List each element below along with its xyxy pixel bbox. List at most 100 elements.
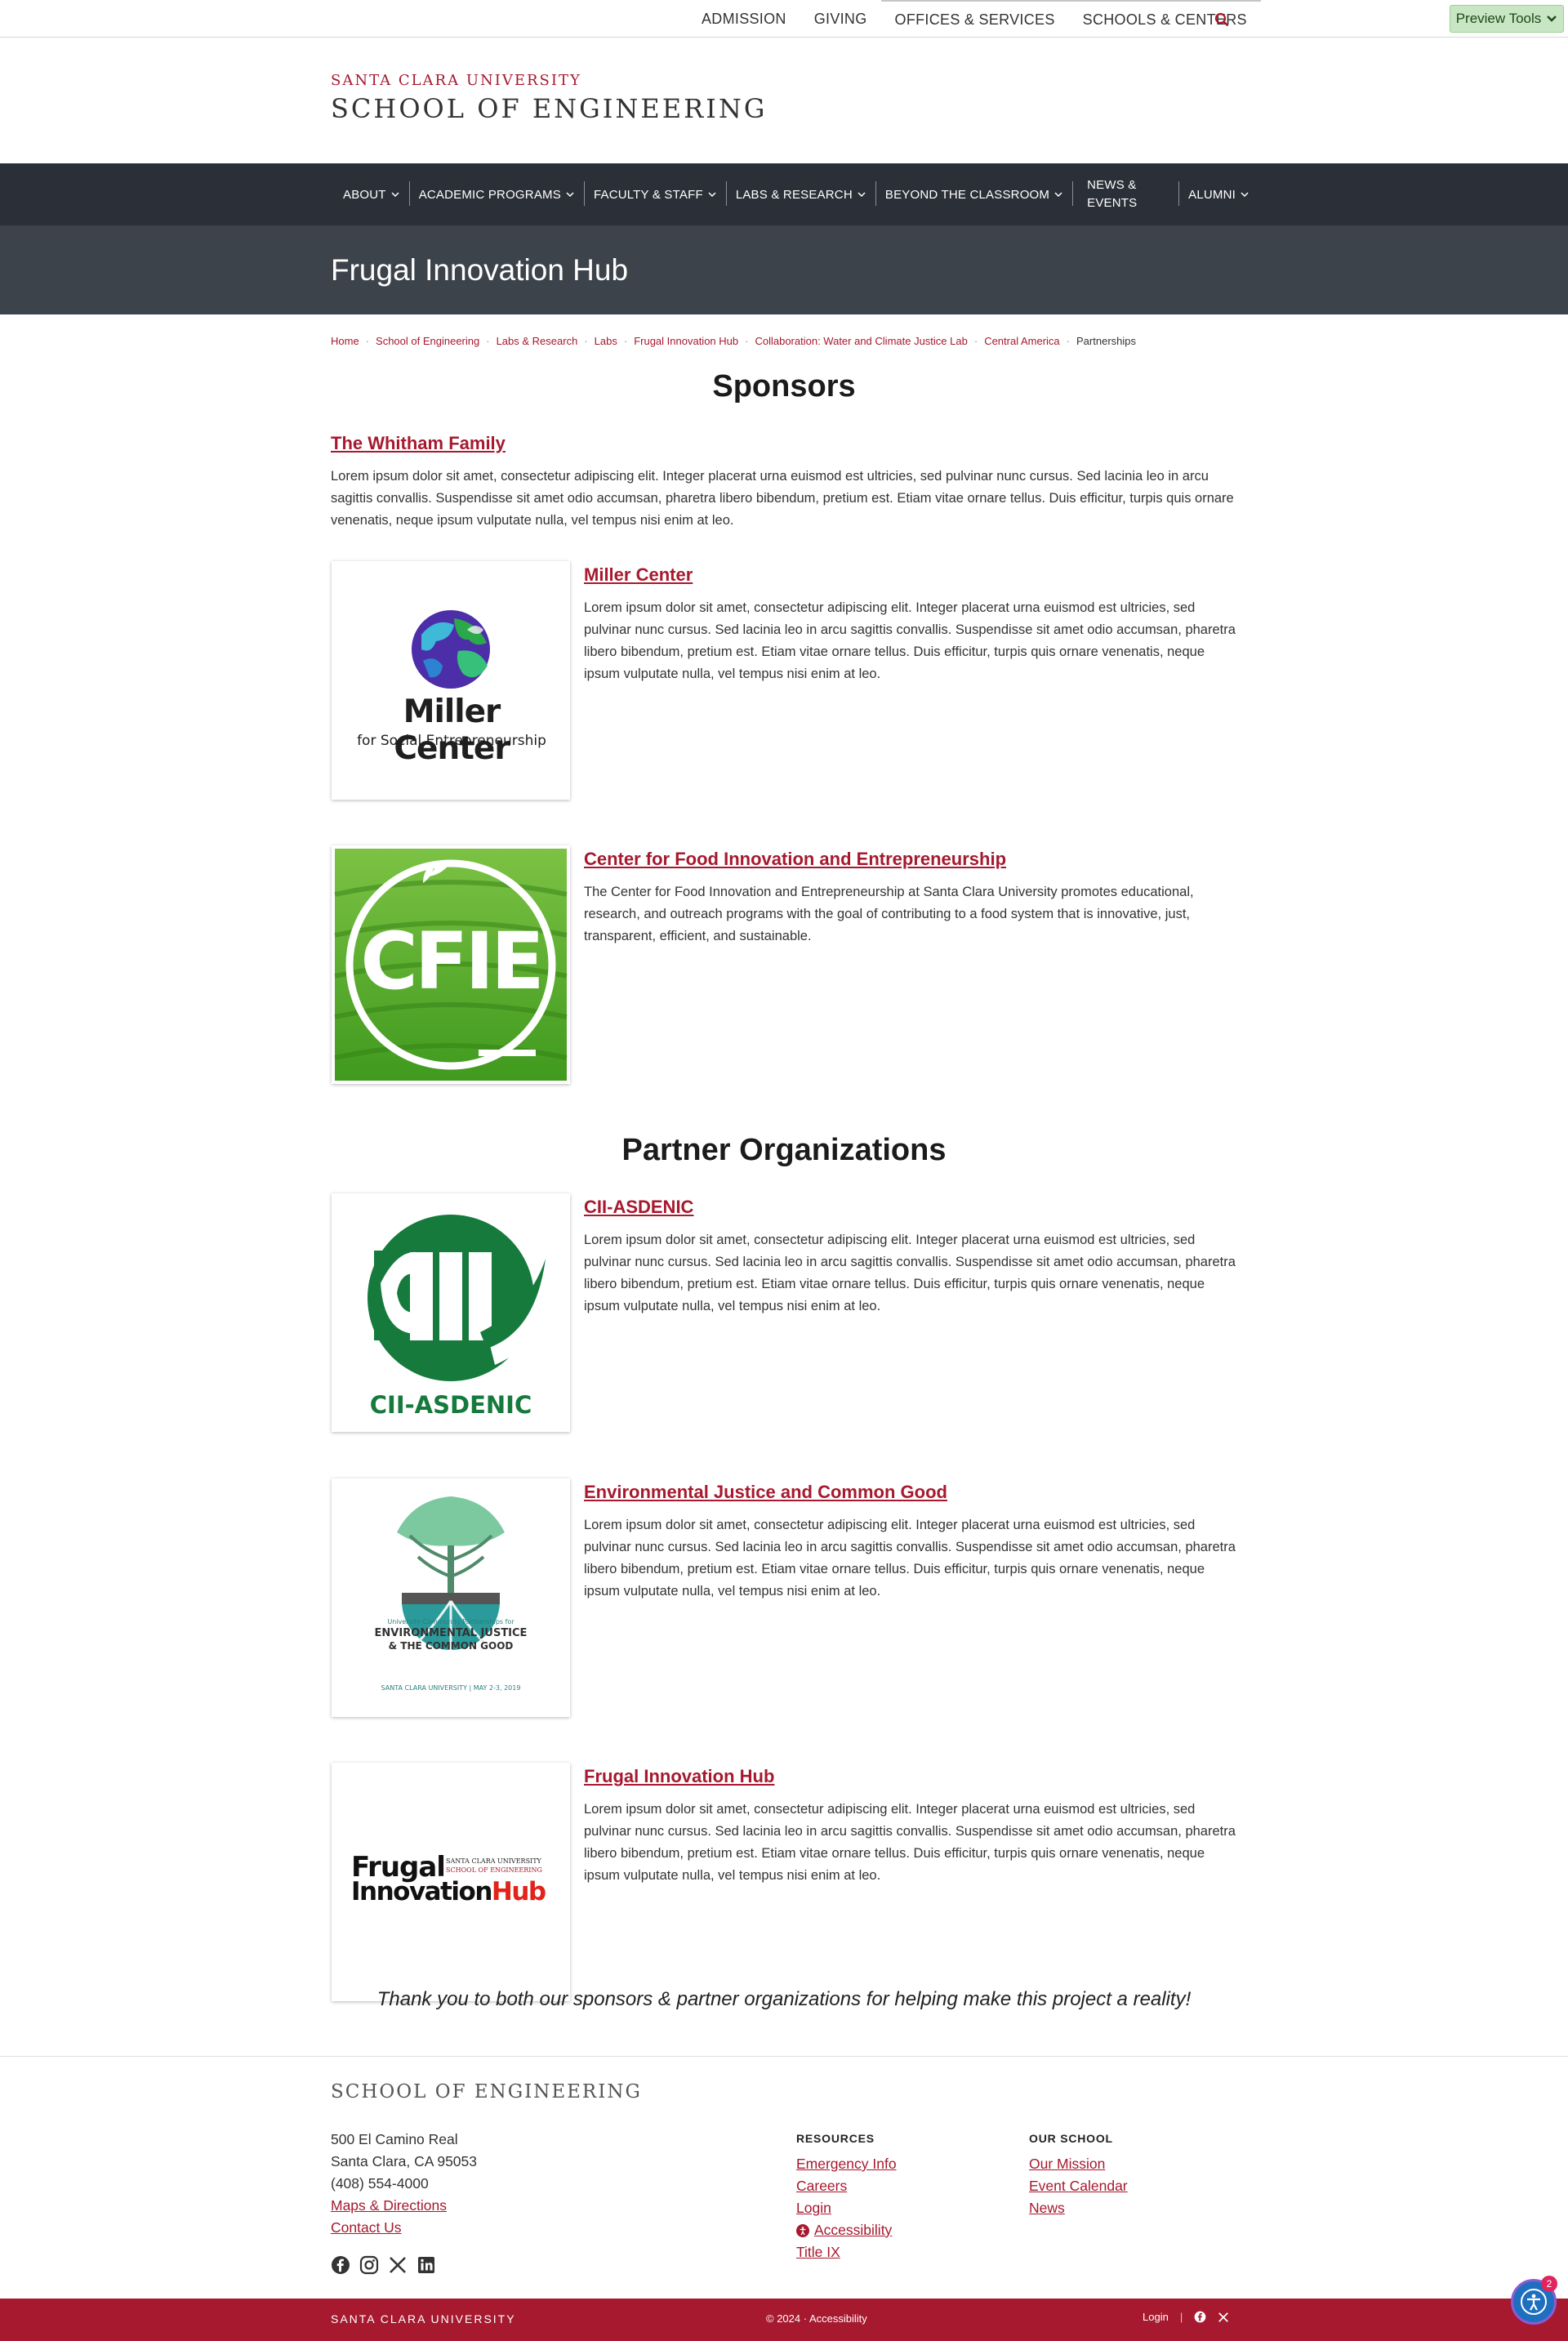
linkedin-icon[interactable] (416, 2255, 436, 2275)
miller-center-link[interactable]: Miller Center (584, 564, 693, 586)
breadcrumb-separator: · (623, 335, 628, 347)
bottom-divider: | (1179, 2311, 1183, 2323)
footer-maps-link[interactable]: Maps & Directions (331, 2197, 447, 2214)
footer-address: 500 El Camino Real Santa Clara, CA 95053… (331, 2129, 477, 2239)
facebook-icon[interactable] (331, 2255, 350, 2275)
cii-asdenic-logo[interactable]: CII-ASDENIC (332, 1193, 570, 1432)
ej-logo-line3: & THE COMMON GOOD (388, 1640, 514, 1652)
cfie-logo[interactable]: CFIE (332, 845, 570, 1084)
page-hero: Frugal Innovation Hub (0, 225, 1568, 314)
environmental-justice-text: Lorem ipsum dolor sit amet, consectetur … (584, 1518, 1236, 1599)
facebook-icon[interactable] (1194, 2311, 1206, 2323)
footer-link-careers[interactable]: Careers (796, 2175, 897, 2197)
footer-school-title[interactable]: SCHOOL OF ENGINEERING (331, 2081, 642, 2102)
breadcrumb-collaboration[interactable]: Collaboration: Water and Climate Justice… (755, 335, 967, 347)
frugal-innovation-hub-text: Lorem ipsum dolor sit amet, consectetur … (584, 1802, 1236, 1883)
footer-contact-link[interactable]: Contact Us (331, 2219, 402, 2236)
nav-item-labs-research[interactable]: LABS & RESEARCH (725, 163, 875, 225)
breadcrumb-frugal-hub[interactable]: Frugal Innovation Hub (634, 335, 738, 347)
footer-phone: (408) 554-4000 (331, 2175, 429, 2192)
footer-link-news[interactable]: News (1029, 2197, 1128, 2219)
footer-link-emergency[interactable]: Emergency Info (796, 2153, 897, 2175)
cii-asdenic-text: Lorem ipsum dolor sit amet, consectetur … (584, 1233, 1236, 1313)
accessibility-person-icon (1521, 2289, 1547, 2315)
chevron-down-icon (391, 192, 399, 198)
footer-social-links (331, 2255, 436, 2275)
bottom-login-link[interactable]: Login (1143, 2311, 1169, 2323)
nav-item-news-events[interactable]: NEWS & EVENTS (1072, 163, 1178, 225)
school-name[interactable]: SCHOOL OF ENGINEERING (331, 93, 767, 124)
cii-asdenic-link[interactable]: CII-ASDENIC (584, 1197, 693, 1218)
search-button[interactable] (1207, 0, 1236, 38)
footer-link-accessibility[interactable]: Accessibility (796, 2219, 897, 2241)
chevron-down-icon (858, 192, 866, 198)
sponsors-heading: Sponsors (712, 369, 856, 404)
footer-resources-heading: RESOURCES (796, 2132, 875, 2145)
breadcrumb: Home · School of Engineering · Labs & Rese… (331, 335, 1136, 347)
nav-label: ACADEMIC PROGRAMS (418, 187, 561, 202)
frugal-innovation-hub-logo[interactable]: Frugal SANTA CLARA UNIVERSITY SCHOOL OF … (332, 1763, 570, 2001)
preview-tools-button[interactable]: Preview Tools (1450, 5, 1564, 33)
utility-link-giving[interactable]: GIVING (800, 0, 881, 38)
university-name[interactable]: SANTA CLARA UNIVERSITY (331, 72, 581, 89)
footer-link-mission[interactable]: Our Mission (1029, 2153, 1128, 2175)
utility-link-offices[interactable]: OFFICES & SERVICES (880, 0, 1069, 38)
ej-logo-line4: SANTA CLARA UNIVERSITY | MAY 2-3, 2019 (381, 1684, 521, 1692)
cfie-logo-text: CFIE (360, 916, 544, 1007)
cfie-link[interactable]: Center for Food Innovation and Entrepren… (584, 849, 1006, 870)
breadcrumb-central-america[interactable]: Central America (984, 335, 1059, 347)
instagram-icon[interactable] (359, 2255, 379, 2275)
ej-logo-line2: ENVIRONMENTAL JUSTICE (374, 1627, 528, 1639)
bottom-right-links: Login | (1143, 2311, 1229, 2323)
breadcrumb-separator: · (365, 335, 370, 347)
frugal-innovation-hub-link[interactable]: Frugal Innovation Hub (584, 1766, 774, 1787)
utility-bar: ADMISSION GIVING OFFICES & SERVICES SCHO… (0, 0, 1568, 38)
nav-label: NEWS & EVENTS (1087, 178, 1138, 210)
chevron-down-icon (566, 192, 574, 198)
environmental-justice-link[interactable]: Environmental Justice and Common Good (584, 1482, 947, 1503)
breadcrumb-separator: · (486, 335, 490, 347)
nav-label: ABOUT (343, 187, 386, 202)
nav-item-academic-programs[interactable]: ACADEMIC PROGRAMS (408, 163, 584, 225)
footer-link-login[interactable]: Login (796, 2197, 897, 2219)
footer-street: 500 El Camino Real (331, 2131, 458, 2147)
cii-logo-text: CII-ASDENIC (369, 1391, 532, 1419)
bottom-university-name[interactable]: SANTA CLARA UNIVERSITY (331, 2312, 516, 2325)
x-twitter-icon[interactable] (388, 2255, 408, 2275)
footer-our-school-heading: OUR SCHOOL (1029, 2132, 1113, 2145)
nav-item-beyond-classroom[interactable]: BEYOND THE CLASSROOM (875, 163, 1072, 225)
fih-logo-line2: InnovationHub (351, 1877, 546, 1906)
nav-label: BEYOND THE CLASSROOM (884, 187, 1050, 202)
ej-logo-image (397, 1496, 505, 1650)
nav-item-about[interactable]: ABOUT (333, 163, 409, 225)
breadcrumb-school[interactable]: School of Engineering (376, 335, 479, 347)
whitham-family-link[interactable]: The Whitham Family (331, 433, 506, 454)
utility-link-admission[interactable]: ADMISSION (688, 0, 800, 38)
miller-center-logo[interactable]: Miller Center for Social Entrepreneurshi… (332, 561, 570, 800)
footer-resources: RESOURCES Emergency Info Careers Login A… (796, 2132, 897, 2263)
footer-city: Santa Clara, CA 95053 (331, 2153, 478, 2169)
bottom-copyright: © 2024 · Accessibility (766, 2312, 867, 2325)
breadcrumb-home[interactable]: Home (331, 335, 359, 347)
cfie-text: The Center for Food Innovation and Entre… (584, 885, 1194, 943)
breadcrumb-labs-research[interactable]: Labs & Research (497, 335, 578, 347)
footer-link-title-ix[interactable]: Title IX (796, 2241, 897, 2263)
breadcrumb-labs[interactable]: Labs (595, 335, 617, 347)
miller-logo-subtext: for Social Entrepreneurship (357, 733, 546, 749)
chevron-down-icon (1241, 192, 1249, 198)
miller-logo-text: Miller Center (394, 693, 510, 767)
footer-link-event-calendar[interactable]: Event Calendar (1029, 2175, 1128, 2197)
partners-heading: Partner Organizations (621, 1133, 947, 1167)
page-title: Frugal Innovation Hub (331, 253, 629, 287)
breadcrumb-separator: · (1066, 335, 1071, 347)
miller-center-text: Lorem ipsum dolor sit amet, consectetur … (584, 600, 1236, 681)
x-twitter-icon[interactable] (1218, 2312, 1229, 2323)
nav-label: LABS & RESEARCH (735, 187, 853, 202)
nav-item-faculty-staff[interactable]: FACULTY & STAFF (583, 163, 726, 225)
whitham-family-text: Lorem ipsum dolor sit amet, consectetur … (331, 469, 1234, 528)
environmental-justice-logo[interactable]: University-Community Partnerships for EN… (332, 1478, 570, 1717)
breadcrumb-separator: · (745, 335, 749, 347)
ej-logo-line1: University-Community Partnerships for (387, 1618, 514, 1625)
nav-item-alumni[interactable]: ALUMNI (1178, 163, 1258, 225)
chevron-down-icon (1547, 16, 1557, 22)
